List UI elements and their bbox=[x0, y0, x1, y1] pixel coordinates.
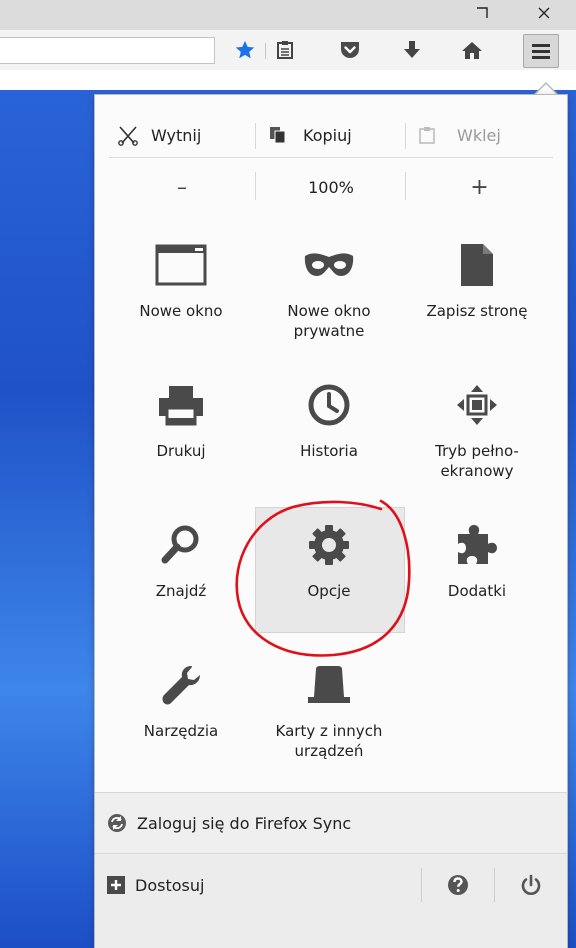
fullscreen-button[interactable]: Tryb pełno- ekranowy bbox=[407, 375, 547, 481]
firefox-sync-button[interactable]: Zaloguj się do Firefox Sync bbox=[95, 792, 567, 853]
window-titlebar bbox=[0, 0, 576, 30]
fullscreen-icon bbox=[455, 375, 499, 435]
hamburger-icon bbox=[532, 44, 550, 59]
navigation-toolbar bbox=[0, 30, 576, 71]
edit-separator bbox=[255, 123, 256, 149]
fullscreen-label-line2: ekranowy bbox=[440, 462, 514, 480]
customize-button[interactable]: Dostosuj bbox=[95, 854, 421, 916]
tools-label: Narzędzia bbox=[143, 722, 219, 740]
paste-icon bbox=[419, 127, 435, 144]
copy-icon bbox=[270, 127, 286, 144]
edit-separator bbox=[405, 123, 406, 149]
save-page-icon bbox=[459, 235, 495, 295]
private-window-label-line2: prywatne bbox=[293, 322, 365, 340]
zoom-in-button[interactable]: + bbox=[406, 158, 553, 216]
find-icon bbox=[159, 515, 203, 575]
menu-button[interactable] bbox=[523, 34, 559, 68]
copy-button[interactable]: Kopiuj bbox=[269, 115, 352, 155]
new-window-label: Nowe okno bbox=[139, 302, 223, 320]
zoom-controls: – 100% + bbox=[109, 158, 553, 216]
panel-footer: Dostosuj bbox=[95, 853, 567, 948]
synced-tabs-button[interactable]: Karty z innych urządzeń bbox=[259, 655, 399, 761]
synced-tabs-label: Karty z innych urządzeń bbox=[276, 721, 383, 761]
hamburger-menu-panel: Wytnij Kopiuj Wklej – 100% + Nowe okno N… bbox=[94, 94, 568, 948]
private-window-label: Nowe okno prywatne bbox=[287, 301, 370, 341]
sync-label: Zaloguj się do Firefox Sync bbox=[137, 813, 352, 833]
addons-button[interactable]: Dodatki bbox=[407, 515, 547, 601]
help-button[interactable] bbox=[422, 854, 494, 916]
cut-button[interactable]: Wytnij bbox=[117, 115, 201, 155]
history-label: Historia bbox=[300, 442, 358, 460]
synced-tabs-label-line1: Karty z innych bbox=[275, 722, 383, 740]
private-window-label-line1: Nowe okno bbox=[287, 302, 371, 320]
copy-label: Kopiuj bbox=[303, 125, 352, 145]
addons-icon bbox=[454, 515, 500, 575]
find-label: Znajdź bbox=[155, 582, 207, 600]
customize-plus-icon bbox=[107, 876, 125, 894]
zoom-out-button[interactable]: – bbox=[109, 158, 255, 216]
new-window-button[interactable]: Nowe okno bbox=[111, 235, 251, 321]
scissors-icon bbox=[118, 126, 138, 146]
paste-button[interactable]: Wklej bbox=[419, 115, 501, 155]
page-content-strip bbox=[0, 70, 576, 90]
paste-label: Wklej bbox=[457, 125, 501, 145]
url-bar[interactable] bbox=[0, 37, 215, 64]
fullscreen-label: Tryb pełno- ekranowy bbox=[435, 441, 519, 481]
synced-tabs-label-line2: urządzeń bbox=[294, 742, 364, 760]
save-page-label: Zapisz stronę bbox=[426, 302, 528, 320]
addons-label: Dodatki bbox=[447, 582, 507, 600]
edit-controls: Wytnij Kopiuj Wklej bbox=[109, 115, 553, 158]
toolbar-separator bbox=[265, 43, 266, 59]
pocket-icon[interactable] bbox=[337, 37, 363, 63]
history-icon bbox=[307, 375, 351, 435]
new-window-icon bbox=[155, 235, 207, 295]
tools-button[interactable]: Narzędzia bbox=[111, 655, 251, 741]
bookmark-star-icon[interactable] bbox=[232, 37, 258, 63]
close-window-icon[interactable] bbox=[528, 0, 560, 26]
download-icon[interactable] bbox=[399, 37, 425, 63]
quit-button[interactable] bbox=[495, 854, 567, 916]
history-button[interactable]: Historia bbox=[259, 375, 399, 461]
zoom-reset-button[interactable]: 100% bbox=[256, 158, 406, 216]
power-icon bbox=[521, 874, 541, 895]
save-page-button[interactable]: Zapisz stronę bbox=[407, 235, 547, 321]
find-button[interactable]: Znajdź bbox=[111, 515, 251, 601]
sync-icon bbox=[108, 814, 126, 832]
fullscreen-label-line1: Tryb pełno- bbox=[435, 442, 519, 460]
private-window-icon bbox=[303, 235, 355, 295]
synced-tabs-icon bbox=[306, 655, 352, 715]
red-annotation-circle bbox=[235, 499, 411, 657]
print-label: Drukuj bbox=[156, 442, 206, 460]
private-window-button[interactable]: Nowe okno prywatne bbox=[259, 235, 399, 341]
print-button[interactable]: Drukuj bbox=[111, 375, 251, 461]
cut-label: Wytnij bbox=[151, 125, 202, 145]
print-icon bbox=[157, 375, 205, 435]
customize-label: Dostosuj bbox=[135, 875, 205, 895]
home-icon[interactable] bbox=[459, 37, 485, 63]
tools-wrench-icon bbox=[159, 655, 203, 715]
reading-list-icon[interactable] bbox=[272, 37, 298, 63]
help-icon bbox=[448, 875, 468, 895]
restore-window-icon[interactable] bbox=[466, 0, 498, 26]
